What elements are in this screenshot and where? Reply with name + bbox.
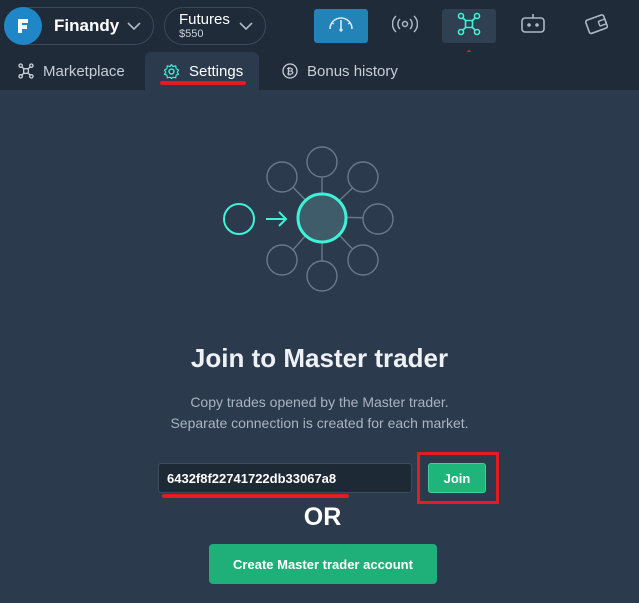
bots-nav-button[interactable]	[506, 9, 560, 43]
signal-icon	[391, 14, 419, 39]
tab-marketplace[interactable]: Marketplace	[18, 52, 125, 90]
chevron-down-icon	[127, 22, 141, 30]
join-button[interactable]: Join	[428, 463, 486, 493]
tab-marketplace-label: Marketplace	[43, 62, 125, 80]
network-icon	[18, 63, 34, 79]
brand-selector[interactable]: Finandy	[4, 7, 154, 45]
or-separator: OR	[303, 503, 342, 531]
account-type: Futures	[179, 11, 230, 28]
account-selector[interactable]: Futures $550	[164, 7, 266, 45]
annotation-underline	[162, 494, 349, 498]
sub-tabs: Marketplace Settings ₿ Bonus history	[0, 52, 639, 90]
bitcoin-icon: ₿	[282, 63, 298, 79]
finandy-logo-icon	[4, 7, 42, 45]
signals-nav-button[interactable]	[378, 9, 432, 43]
svg-text:₿: ₿	[286, 67, 293, 78]
terminal-nav-button[interactable]	[314, 9, 368, 43]
master-trader-code-input[interactable]	[158, 463, 412, 493]
description-line: Copy trades opened by the Master trader.	[190, 394, 449, 410]
network-icon	[457, 12, 481, 41]
copy-trading-nav-button[interactable]	[442, 9, 496, 43]
chevron-down-icon	[239, 22, 253, 30]
tab-settings-label: Settings	[189, 62, 244, 80]
description: Copy trades opened by the Master trader.…	[0, 392, 639, 434]
description-line: Separate connection is created for each …	[170, 415, 469, 431]
top-bar: Finandy Futures $550	[0, 0, 639, 52]
account-balance: $550	[179, 28, 204, 40]
bot-icon	[520, 13, 546, 40]
wallet-icon	[584, 12, 610, 41]
brand-name: Finandy	[54, 16, 120, 35]
page-title: Join to Master trader	[190, 343, 449, 373]
gear-icon	[163, 63, 180, 80]
create-master-trader-button[interactable]: Create Master trader account	[209, 544, 437, 584]
gauge-icon	[327, 12, 355, 41]
wallet-nav-button[interactable]	[570, 9, 624, 43]
tab-bonus-history-label: Bonus history	[307, 62, 398, 80]
annotation-underline	[160, 81, 246, 85]
copy-trading-illustration	[223, 146, 394, 292]
tab-bonus-history[interactable]: ₿ Bonus history	[282, 52, 398, 90]
